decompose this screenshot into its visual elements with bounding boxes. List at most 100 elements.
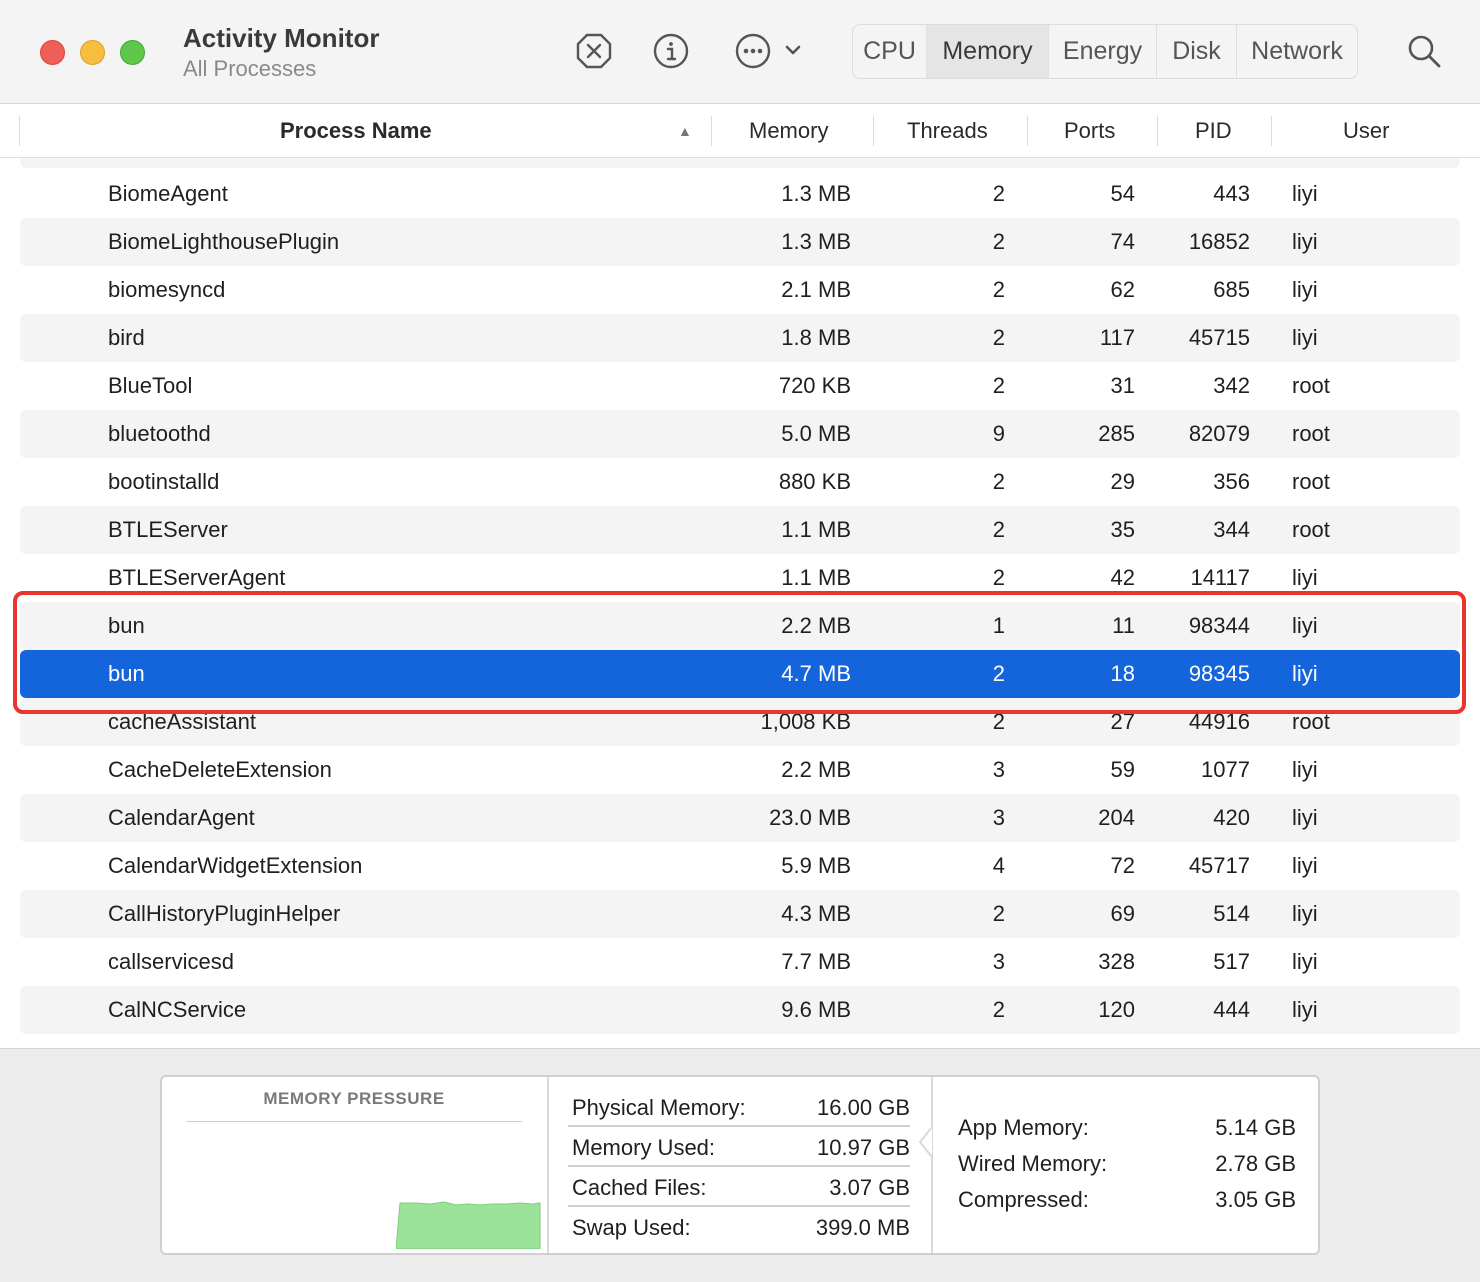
physical-memory-row: Physical Memory: 16.00 GB (568, 1087, 910, 1127)
process-name: cacheAssistant (108, 709, 256, 734)
table-row[interactable]: CalNCService 9.6 MB 2 120 444 liyi (20, 986, 1460, 1034)
app-memory-row: App Memory: 5.14 GB (958, 1115, 1296, 1151)
process-threads: 3 (992, 805, 1005, 830)
table-row[interactable]: BTLEServer 1.1 MB 2 35 344 root (20, 506, 1460, 554)
stat-value: 3.05 GB (1215, 1187, 1296, 1212)
process-pid: 342 (1213, 373, 1250, 398)
process-memory: 1.1 MB (781, 565, 851, 590)
table-row[interactable]: cacheAssistant 1,008 KB 2 27 44916 root (20, 698, 1460, 746)
process-ports: 117 (1099, 325, 1135, 350)
process-threads: 2 (992, 373, 1005, 398)
process-memory: 1.1 MB (781, 517, 851, 542)
process-ports: 328 (1098, 949, 1135, 974)
process-ports: 31 (1110, 373, 1135, 398)
process-name: BiomeLighthousePlugin (108, 229, 340, 254)
process-pid: 1077 (1201, 757, 1250, 782)
process-name: CalendarAgent (108, 805, 255, 830)
process-user: liyi (1292, 565, 1318, 590)
table-row[interactable]: CalendarAgent 23.0 MB 3 204 420 liyi (20, 794, 1460, 842)
process-user: root (1292, 373, 1330, 398)
table-row[interactable]: bluetoothd 5.0 MB 9 285 82079 root (20, 410, 1460, 458)
process-threads: 2 (992, 565, 1005, 590)
process-pid: 356 (1213, 469, 1250, 494)
table-row-selected[interactable]: bun 4.7 MB 2 18 98345 liyi (20, 650, 1460, 698)
process-user: liyi (1292, 325, 1318, 350)
breakdown-pointer (918, 1127, 933, 1157)
process-pid: 45717 (1188, 853, 1250, 878)
info-icon[interactable] (653, 33, 689, 69)
tab-memory[interactable]: Memory (927, 25, 1049, 78)
process-user: liyi (1292, 757, 1318, 782)
column-user[interactable]: User (1343, 104, 1389, 158)
column-divider[interactable] (711, 116, 712, 146)
swap-used-row: Swap Used: 399.0 MB (568, 1207, 910, 1247)
table-row[interactable]: bird 1.8 MB 2 117 45715 liyi (20, 314, 1460, 362)
table-row[interactable]: bun 2.2 MB 1 11 98344 liyi (20, 602, 1460, 650)
column-ports[interactable]: Ports (1064, 104, 1115, 158)
process-name: CacheDeleteExtension (108, 757, 332, 782)
column-divider[interactable] (1157, 116, 1158, 146)
close-window-button[interactable] (40, 40, 65, 65)
more-actions-icon[interactable] (735, 33, 805, 69)
column-threads[interactable]: Threads (907, 104, 988, 158)
search-icon[interactable] (1406, 33, 1442, 69)
panel-divider (547, 1077, 549, 1253)
table-row[interactable]: BiomeLighthousePlugin 1.3 MB 2 74 16852 … (20, 218, 1460, 266)
sort-ascending-icon: ▲ (678, 123, 692, 139)
process-ports: 11 (1112, 613, 1135, 638)
process-pid: 444 (1213, 997, 1250, 1022)
process-user: liyi (1292, 613, 1318, 638)
process-memory: 23.0 MB (769, 805, 851, 830)
process-threads: 3 (992, 757, 1005, 782)
table-row[interactable]: bootinstalld 880 KB 2 29 356 root (20, 458, 1460, 506)
tab-cpu[interactable]: CPU (853, 25, 927, 78)
process-threads: 4 (992, 853, 1005, 878)
memory-summary-area: MEMORY PRESSURE Physical Memory: 16.00 G… (0, 1048, 1480, 1282)
process-name: CallHistoryPluginHelper (108, 901, 341, 926)
process-ports: 69 (1110, 901, 1135, 926)
process-threads: 3 (992, 949, 1005, 974)
stat-value: 16.00 GB (817, 1095, 910, 1120)
stop-process-icon[interactable] (576, 33, 612, 69)
memory-pressure-graph (396, 1201, 541, 1249)
column-process-name[interactable]: Process Name (280, 104, 432, 158)
process-name: bun (108, 613, 145, 638)
table-row[interactable]: BlueTool 720 KB 2 31 342 root (20, 362, 1460, 410)
process-memory: 4.3 MB (781, 901, 851, 926)
column-divider[interactable] (873, 116, 874, 146)
process-name: biomesyncd (108, 277, 226, 302)
process-memory: 9.6 MB (781, 997, 851, 1022)
minimize-window-button[interactable] (80, 40, 105, 65)
process-ports: 18 (1110, 661, 1135, 686)
stat-label: Physical Memory: (572, 1095, 746, 1120)
table-row[interactable]: callservicesd 7.7 MB 3 328 517 liyi (20, 938, 1460, 986)
table-row[interactable]: BTLEServerAgent 1.1 MB 2 42 14117 liyi (20, 554, 1460, 602)
process-memory: 5.0 MB (781, 421, 851, 446)
process-name: bootinstalld (108, 469, 220, 494)
process-memory: 2.2 MB (781, 613, 851, 638)
table-row[interactable]: BiomeAgent 1.3 MB 2 54 443 liyi (20, 170, 1460, 218)
panel-divider (931, 1077, 933, 1253)
table-row[interactable]: CacheDeleteExtension 2.2 MB 3 59 1077 li… (20, 746, 1460, 794)
process-pid: 44916 (1188, 709, 1250, 734)
column-pid[interactable]: PID (1195, 104, 1232, 158)
table-row[interactable]: CallHistoryPluginHelper 4.3 MB 2 69 514 … (20, 890, 1460, 938)
process-pid: 344 (1213, 517, 1250, 542)
stat-value: 10.97 GB (817, 1135, 910, 1160)
process-name: BTLEServer (108, 517, 228, 542)
tab-energy[interactable]: Energy (1049, 25, 1157, 78)
tab-network[interactable]: Network (1237, 25, 1357, 78)
process-threads: 1 (992, 613, 1005, 638)
table-row[interactable]: CalendarWidgetExtension 5.9 MB 4 72 4571… (20, 842, 1460, 890)
tab-disk[interactable]: Disk (1157, 25, 1237, 78)
process-ports: 62 (1110, 277, 1135, 302)
process-pid: 14117 (1190, 565, 1250, 590)
zoom-window-button[interactable] (120, 40, 145, 65)
process-pid: 514 (1213, 901, 1250, 926)
table-row[interactable]: biomesyncd 2.1 MB 2 62 685 liyi (20, 266, 1460, 314)
memory-pressure-divider (186, 1121, 522, 1122)
process-threads: 2 (992, 229, 1005, 254)
column-memory[interactable]: Memory (749, 104, 828, 158)
column-divider[interactable] (1027, 116, 1028, 146)
column-divider[interactable] (1271, 116, 1272, 146)
